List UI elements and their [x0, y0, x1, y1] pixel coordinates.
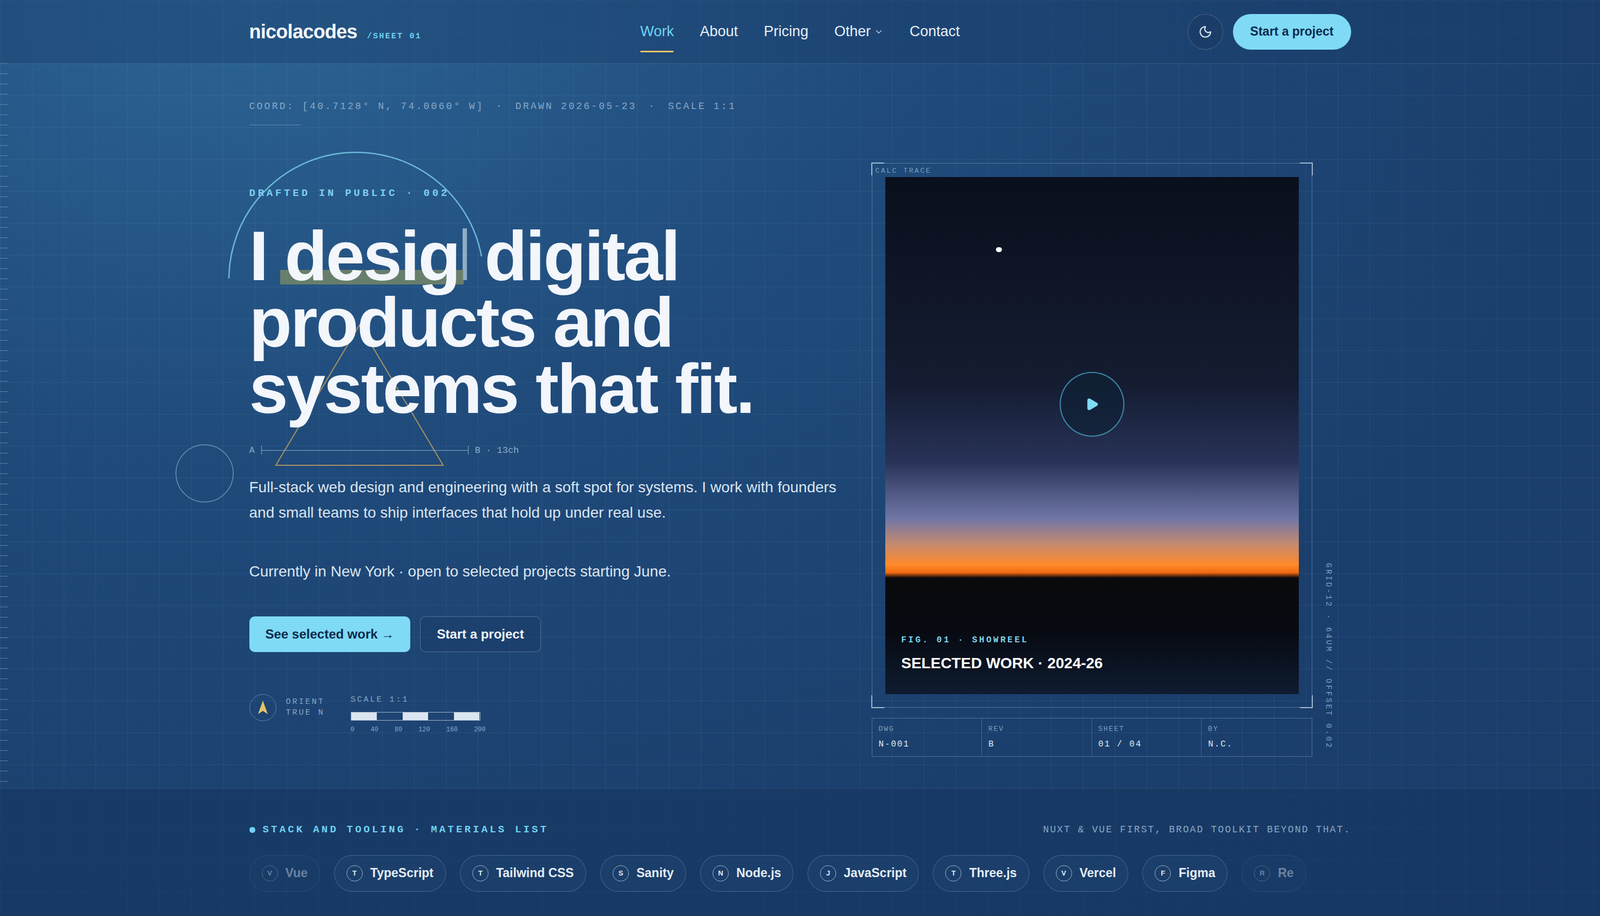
- play-icon: [1085, 397, 1100, 412]
- orientation-mark: ORIENTTRUE N: [249, 694, 325, 722]
- start-project-button[interactable]: Start a project: [1232, 14, 1352, 50]
- stack-band: STACK AND TOOLING · MATERIALS LIST NUXT &…: [0, 788, 1600, 916]
- side-note: GRID-12 · 64UM // OFFSET 0.02: [1322, 563, 1334, 750]
- nav-link[interactable]: Contact: [909, 20, 960, 43]
- grid-background: [0, 0, 1600, 916]
- play-button[interactable]: [1059, 371, 1125, 437]
- title-block-cell: DWGN-001: [872, 718, 983, 757]
- meta-item: SCALE 1:1: [668, 99, 737, 114]
- showreel-title: SELECTED WORK · 2024-26: [901, 652, 1103, 675]
- meta-rule: [249, 124, 301, 126]
- title-block-cell: REVB: [981, 718, 1093, 757]
- measure-line: AB · 13ch: [249, 443, 854, 458]
- stack-chip[interactable]: JJavaScript: [807, 855, 919, 892]
- stack-note: NUXT & VUE FIRST, BROAD TOOLKIT BEYOND T…: [1042, 822, 1351, 838]
- theme-toggle[interactable]: [1187, 14, 1224, 50]
- meta-item: DRAWN 2026-05-23: [515, 99, 637, 114]
- showreel-video[interactable]: FIG. 01 · SHOWREEL SELECTED WORK · 2024-2…: [885, 177, 1299, 695]
- stack-chip[interactable]: NNode.js: [700, 855, 794, 892]
- start-project-secondary-button[interactable]: Start a project: [419, 616, 541, 653]
- stack-chip[interactable]: RRe: [1241, 855, 1306, 892]
- stack-chip[interactable]: VVue: [249, 855, 321, 892]
- typed-highlight: [280, 269, 464, 285]
- stack-chip[interactable]: SSanity: [600, 855, 687, 892]
- availability-paragraph: Currently in New York · open to selected…: [249, 558, 854, 585]
- active-underline: [640, 50, 675, 53]
- hero-text: DRAFTED IN PUBLIC · 002 I desig digitalpr…: [249, 163, 854, 757]
- title-block-cell: BYN.C.: [1201, 718, 1312, 757]
- showreel: CALC TRACEFIG. 01 · SHOWREELSELECTED WOR…: [871, 163, 1313, 757]
- logo[interactable]: nicolacodes/SHEET 01: [249, 17, 641, 47]
- nav-links: Work About Pricing Other Contact: [640, 20, 960, 43]
- intro-paragraph: Full-stack web design and engineering wi…: [249, 474, 838, 526]
- nav-link[interactable]: Other: [834, 20, 885, 43]
- side-ruler: [0, 63, 8, 787]
- page: nicolacodes/SHEET 01Work About Pricing Othe…: [0, 0, 1600, 916]
- meta-item: COORD: [40.7128° N, 74.0060° W]: [249, 99, 485, 114]
- stack-chip[interactable]: TTailwind CSS: [459, 855, 587, 892]
- headline: I desig digitalproducts andsystems that …: [249, 222, 854, 423]
- typed-word: desig: [284, 222, 459, 290]
- see-work-button[interactable]: See selected work →: [249, 616, 411, 653]
- stack-list: VVue TTypeScript TTailwind CSS SSanity NNode…: [249, 855, 1352, 892]
- eyebrow: DRAFTED IN PUBLIC · 002: [249, 163, 854, 202]
- scale-bar: SCALE 1:104080120160200: [350, 694, 486, 735]
- top-nav: nicolacodes/SHEET 01Work About Pricing Othe…: [0, 0, 1600, 64]
- stack-chip[interactable]: FFigma: [1142, 855, 1228, 892]
- stack-chip[interactable]: VVercel: [1043, 855, 1129, 892]
- status-dot: [249, 826, 256, 833]
- meta-line: COORD: [40.7128° N, 74.0060° W]·DRAWN 20…: [249, 99, 1352, 114]
- moon: [995, 247, 1002, 253]
- stack-heading: STACK AND TOOLING · MATERIALS LIST: [262, 822, 549, 838]
- stack-chip[interactable]: TThree.js: [932, 855, 1029, 892]
- chevron-down-icon: [873, 26, 884, 37]
- showreel-frame: CALC TRACEFIG. 01 · SHOWREELSELECTED WOR…: [871, 163, 1313, 708]
- moon-icon: [1198, 24, 1213, 39]
- nav-link[interactable]: About: [699, 20, 738, 43]
- title-block: DWGN-001REVBSHEET01 / 04BYN.C.: [871, 717, 1313, 757]
- figure-label: FIG. 01 · SHOWREEL: [901, 633, 1103, 647]
- title-block-cell: SHEET01 / 04: [1092, 718, 1203, 757]
- north-arrow-icon: [256, 699, 269, 716]
- hero: COORD: [40.7128° N, 74.0060° W]·DRAWN 20…: [249, 63, 1352, 789]
- nav-link[interactable]: Pricing: [763, 20, 809, 43]
- stack-chip[interactable]: TTypeScript: [334, 855, 446, 892]
- nav-link[interactable]: Work: [640, 20, 675, 43]
